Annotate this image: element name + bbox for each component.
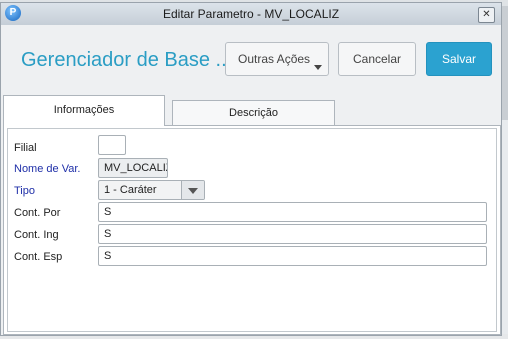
cont-ing-field[interactable]: S [98,224,487,244]
chevron-down-icon [314,65,322,70]
cont-por-label: Cont. Por [14,207,61,219]
tab-descricao[interactable]: Descrição [172,100,335,126]
filial-label: Filial [14,142,37,154]
title-bar: P Editar Parametro - MV_LOCALIZ ✕ [1,3,501,26]
edit-parameter-dialog: P Editar Parametro - MV_LOCALIZ ✕ Gerenc… [0,2,502,336]
tab-label: Informações [53,104,115,116]
page-title: Gerenciador de Base ... [21,49,233,71]
tipo-select[interactable]: 1 - Caráter [98,180,205,200]
cont-ing-label: Cont. Ing [14,229,59,241]
parameter-form: Filial Nome de Var. MV_LOCALIZ Tipo 1 - … [7,128,497,332]
chevron-down-icon[interactable] [181,181,204,199]
nome-var-label: Nome de Var. [14,163,81,175]
tab-informacoes[interactable]: Informações [3,95,165,126]
close-icon[interactable]: ✕ [478,7,495,23]
cont-por-field[interactable]: S [98,202,487,222]
cancel-button[interactable]: Cancelar [338,42,416,76]
filial-field[interactable] [98,135,126,155]
dialog-header: Gerenciador de Base ... Outras Ações Can… [1,25,501,95]
cont-esp-field[interactable]: S [98,246,487,266]
tab-panel: Filial Nome de Var. MV_LOCALIZ Tipo 1 - … [3,125,501,335]
more-actions-label: Outras Ações [238,52,311,66]
window-title: Editar Parametro - MV_LOCALIZ [162,7,340,21]
nome-var-field[interactable]: MV_LOCALIZ [98,158,168,178]
more-actions-button[interactable]: Outras Ações [225,42,329,76]
tipo-label: Tipo [14,185,35,197]
tab-label: Descrição [229,107,278,119]
tipo-value: 1 - Caráter [104,184,157,196]
cont-esp-label: Cont. Esp [14,251,63,263]
save-button[interactable]: Salvar [426,42,492,76]
